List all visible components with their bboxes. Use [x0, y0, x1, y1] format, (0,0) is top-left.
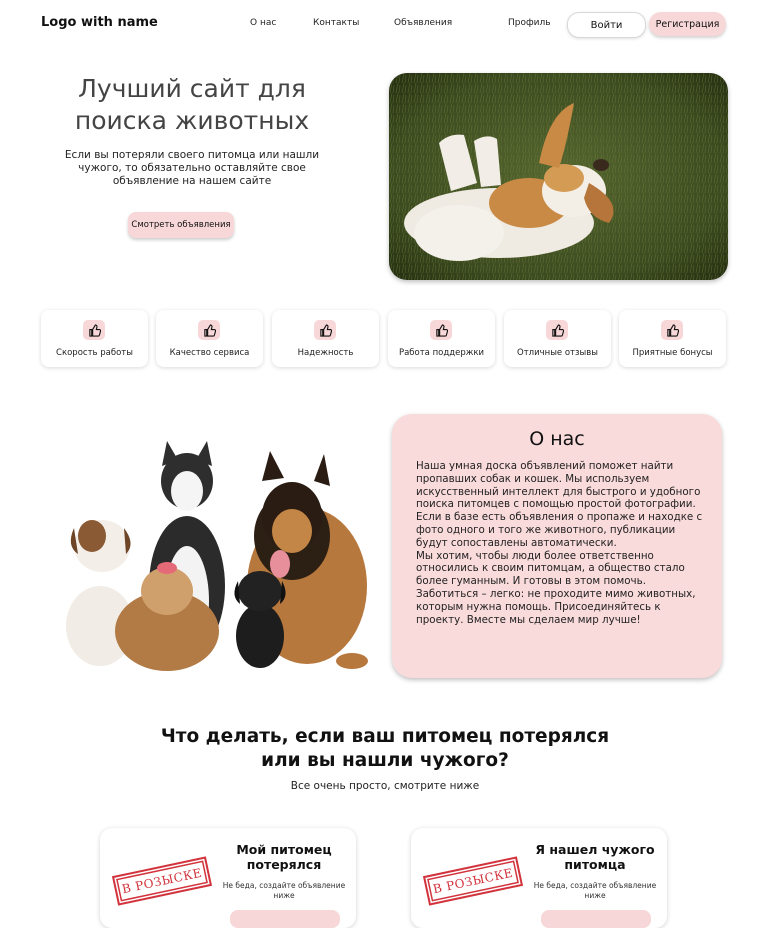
create-ad-button[interactable] [230, 910, 340, 928]
about-paragraph: Мы хотим, чтобы люди более ответственно … [416, 549, 696, 626]
how-subtitle: Все очень просто, смотрите ниже [290, 780, 480, 792]
about-paragraph: Наша умная доска объявлений поможет найт… [416, 460, 703, 549]
thumbs-up-icon [430, 320, 452, 340]
feature-card: Скорость работы [41, 310, 148, 367]
login-button[interactable]: Войти [567, 12, 646, 38]
feature-card: Работа поддержки [388, 310, 495, 367]
feature-card: Надежность [272, 310, 379, 367]
lost-pet-card[interactable]: В РОЗЫСКЕ Мой питомец потерялся Не беда,… [100, 828, 356, 928]
thumbs-up-icon [83, 320, 105, 340]
feature-label: Работа поддержки [398, 348, 485, 358]
wanted-stamp: В РОЗЫСКЕ [111, 856, 213, 906]
feature-card: Отличные отзывы [504, 310, 611, 367]
found-pet-card[interactable]: В РОЗЫСКЕ Я нашел чужого питомца Не беда… [411, 828, 667, 928]
nav-profile[interactable]: Профиль [508, 18, 551, 28]
hero-subtitle: Если вы потеряли своего питомца или нашл… [64, 149, 320, 187]
card-title: Я нашел чужого питомца [535, 842, 655, 872]
how-title: Что делать, если ваш питомец потерялся и… [160, 726, 610, 771]
hero-dog-image [389, 73, 728, 280]
feature-card: Приятные бонусы [619, 310, 726, 367]
card-text: Не беда, создайте объявление ниже [533, 881, 657, 900]
thumbs-up-icon [546, 320, 568, 340]
nav-ads[interactable]: Объявления [394, 18, 452, 28]
card-title: Мой питомец потерялся [236, 842, 332, 872]
about-text: Наша умная доска объявлений поможет найт… [416, 460, 706, 626]
view-ads-button[interactable]: Смотреть объявления [128, 212, 234, 238]
feature-card: Качество сервиса [156, 310, 263, 367]
logo[interactable]: Logo with name [41, 15, 158, 30]
create-ad-button[interactable] [541, 910, 651, 928]
feature-label: Качество сервиса [169, 348, 250, 358]
thumbs-up-icon [198, 320, 220, 340]
nav-about[interactable]: О нас [250, 18, 276, 28]
feature-label: Отличные отзывы [517, 348, 598, 358]
about-card: О нас Наша умная доска объявлений поможе… [392, 414, 722, 678]
wanted-stamp: В РОЗЫСКЕ [422, 856, 524, 906]
card-text: Не беда, создайте объявление ниже [222, 881, 346, 900]
about-title: О нас [529, 428, 585, 450]
feature-label: Приятные бонусы [632, 348, 713, 358]
nav-contacts[interactable]: Контакты [313, 18, 359, 28]
thumbs-up-icon [661, 320, 683, 340]
feature-label: Скорость работы [56, 348, 133, 358]
register-button[interactable]: Регистрация [649, 12, 726, 36]
hero-title: Лучший сайт для поиска животных [74, 74, 310, 135]
feature-label: Надежность [297, 348, 354, 358]
thumbs-up-icon [314, 320, 336, 340]
dogs-group-image [52, 436, 374, 676]
